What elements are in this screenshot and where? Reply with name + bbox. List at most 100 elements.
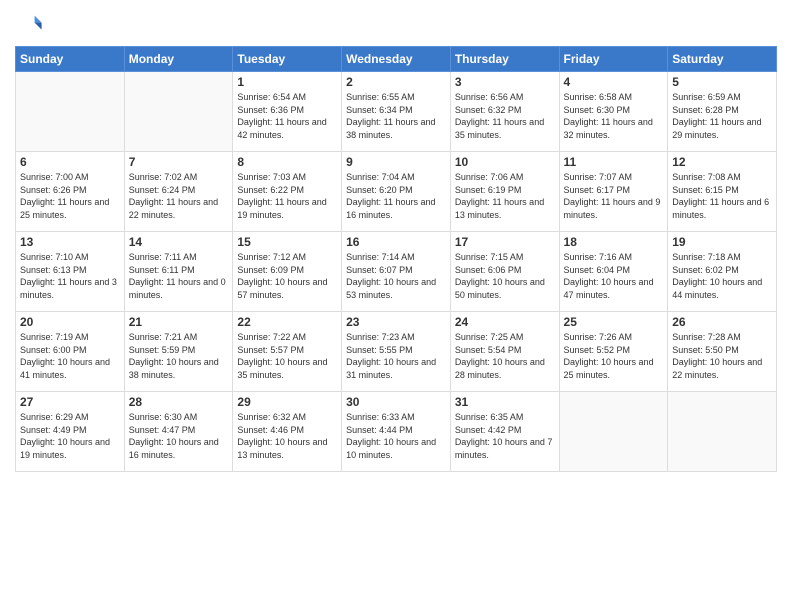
calendar-cell-22: 21 Sunrise: 7:21 AM Sunset: 5:59 PM Dayli… <box>124 312 233 392</box>
calendar-cell-9: 8Sunrise: 7:03 AM Sunset: 6:22 PM Daylig… <box>233 152 342 232</box>
day-number: 3 <box>455 75 555 89</box>
day-number: 24 <box>455 315 555 329</box>
calendar-cell-31: 30 Sunrise: 6:33 AM Sunset: 4:44 PM Dayli… <box>342 392 451 472</box>
calendar-cell-33 <box>559 392 668 472</box>
day-info: Sunrise: 7:14 AM Sunset: 6:07 PM Dayligh… <box>346 251 446 301</box>
day-info: Sunrise: 7:15 AM Sunset: 6:06 PM Dayligh… <box>455 251 555 301</box>
calendar-week-4: 20 Sunrise: 7:19 AM Sunset: 6:00 PM Dayli… <box>16 312 777 392</box>
day-info: Sunrise: 7:04 AM Sunset: 6:20 PM Dayligh… <box>346 171 446 221</box>
day-number: 14 <box>129 235 229 249</box>
day-info: Sunrise: 6:56 AM Sunset: 6:32 PM Dayligh… <box>455 91 555 141</box>
weekday-header-wednesday: Wednesday <box>342 47 451 72</box>
day-info: Sunrise: 7:02 AM Sunset: 6:24 PM Dayligh… <box>129 171 229 221</box>
day-number: 23 <box>346 315 446 329</box>
calendar-cell-10: 9Sunrise: 7:04 AM Sunset: 6:20 PM Daylig… <box>342 152 451 232</box>
day-number: 5 <box>672 75 772 89</box>
calendar-cell-4: 3 Sunrise: 6:56 AM Sunset: 6:32 PM Daylig… <box>450 72 559 152</box>
day-number: 19 <box>672 235 772 249</box>
day-info: Sunrise: 7:21 AM Sunset: 5:59 PM Dayligh… <box>129 331 229 381</box>
day-number: 17 <box>455 235 555 249</box>
day-number: 28 <box>129 395 229 409</box>
calendar-cell-29: 28 Sunrise: 6:30 AM Sunset: 4:47 PM Dayli… <box>124 392 233 472</box>
day-info: Sunrise: 7:28 AM Sunset: 5:50 PM Dayligh… <box>672 331 772 381</box>
day-info: Sunrise: 7:00 AM Sunset: 6:26 PM Dayligh… <box>20 171 120 221</box>
day-info: Sunrise: 6:30 AM Sunset: 4:47 PM Dayligh… <box>129 411 229 461</box>
calendar-cell-11: 10Sunrise: 7:06 AM Sunset: 6:19 PM Dayli… <box>450 152 559 232</box>
day-info: Sunrise: 6:54 AM Sunset: 6:36 PM Dayligh… <box>237 91 337 141</box>
weekday-header-saturday: Saturday <box>668 47 777 72</box>
day-info: Sunrise: 7:26 AM Sunset: 5:52 PM Dayligh… <box>564 331 664 381</box>
day-info: Sunrise: 6:35 AM Sunset: 4:42 PM Dayligh… <box>455 411 555 461</box>
logo-icon <box>15 10 43 38</box>
calendar-cell-13: 12Sunrise: 7:08 AM Sunset: 6:15 PM Dayli… <box>668 152 777 232</box>
weekday-header-monday: Monday <box>124 47 233 72</box>
day-info: Sunrise: 7:10 AM Sunset: 6:13 PM Dayligh… <box>20 251 120 301</box>
weekday-header-sunday: Sunday <box>16 47 125 72</box>
day-number: 21 <box>129 315 229 329</box>
calendar-cell-14: 13 Sunrise: 7:10 AM Sunset: 6:13 PM Dayli… <box>16 232 125 312</box>
header <box>15 10 777 38</box>
day-number: 8 <box>237 155 337 169</box>
logo <box>15 10 47 38</box>
calendar-cell-2: 1 Sunrise: 6:54 AM Sunset: 6:36 PM Daylig… <box>233 72 342 152</box>
day-info: Sunrise: 7:19 AM Sunset: 6:00 PM Dayligh… <box>20 331 120 381</box>
day-number: 7 <box>129 155 229 169</box>
day-number: 4 <box>564 75 664 89</box>
calendar-cell-32: 31 Sunrise: 6:35 AM Sunset: 4:42 PM Dayli… <box>450 392 559 472</box>
day-info: Sunrise: 6:33 AM Sunset: 4:44 PM Dayligh… <box>346 411 446 461</box>
calendar-cell-17: 16 Sunrise: 7:14 AM Sunset: 6:07 PM Dayli… <box>342 232 451 312</box>
calendar-cell-27: 26 Sunrise: 7:28 AM Sunset: 5:50 PM Dayli… <box>668 312 777 392</box>
calendar-cell-28: 27 Sunrise: 6:29 AM Sunset: 4:49 PM Dayli… <box>16 392 125 472</box>
calendar-cell-24: 23 Sunrise: 7:23 AM Sunset: 5:55 PM Dayli… <box>342 312 451 392</box>
calendar-week-2: 6 Sunrise: 7:00 AM Sunset: 6:26 PM Daylig… <box>16 152 777 232</box>
calendar-cell-23: 22Sunrise: 7:22 AM Sunset: 5:57 PM Dayli… <box>233 312 342 392</box>
calendar-cell-21: 20 Sunrise: 7:19 AM Sunset: 6:00 PM Dayli… <box>16 312 125 392</box>
calendar-cell-18: 17 Sunrise: 7:15 AM Sunset: 6:06 PM Dayli… <box>450 232 559 312</box>
calendar-cell-1 <box>124 72 233 152</box>
day-info: Sunrise: 7:08 AM Sunset: 6:15 PM Dayligh… <box>672 171 772 221</box>
calendar-week-5: 27 Sunrise: 6:29 AM Sunset: 4:49 PM Dayli… <box>16 392 777 472</box>
calendar-cell-26: 25 Sunrise: 7:26 AM Sunset: 5:52 PM Dayli… <box>559 312 668 392</box>
day-number: 2 <box>346 75 446 89</box>
calendar-cell-16: 15Sunrise: 7:12 AM Sunset: 6:09 PM Dayli… <box>233 232 342 312</box>
calendar-cell-8: 7 Sunrise: 7:02 AM Sunset: 6:24 PM Daylig… <box>124 152 233 232</box>
weekday-header-thursday: Thursday <box>450 47 559 72</box>
calendar-cell-30: 29 Sunrise: 6:32 AM Sunset: 4:46 PM Dayli… <box>233 392 342 472</box>
day-number: 13 <box>20 235 120 249</box>
calendar-cell-19: 18 Sunrise: 7:16 AM Sunset: 6:04 PM Dayli… <box>559 232 668 312</box>
day-number: 22 <box>237 315 337 329</box>
day-info: Sunrise: 7:23 AM Sunset: 5:55 PM Dayligh… <box>346 331 446 381</box>
day-number: 15 <box>237 235 337 249</box>
day-number: 16 <box>346 235 446 249</box>
calendar-cell-34 <box>668 392 777 472</box>
calendar-cell-7: 6 Sunrise: 7:00 AM Sunset: 6:26 PM Daylig… <box>16 152 125 232</box>
calendar-cell-12: 11Sunrise: 7:07 AM Sunset: 6:17 PM Dayli… <box>559 152 668 232</box>
day-number: 25 <box>564 315 664 329</box>
calendar-cell-6: 5 Sunrise: 6:59 AM Sunset: 6:28 PM Daylig… <box>668 72 777 152</box>
calendar-table: SundayMondayTuesdayWednesdayThursdayFrid… <box>15 46 777 472</box>
calendar-cell-3: 2Sunrise: 6:55 AM Sunset: 6:34 PM Daylig… <box>342 72 451 152</box>
day-info: Sunrise: 7:11 AM Sunset: 6:11 PM Dayligh… <box>129 251 229 301</box>
day-number: 10 <box>455 155 555 169</box>
day-number: 18 <box>564 235 664 249</box>
day-info: Sunrise: 6:32 AM Sunset: 4:46 PM Dayligh… <box>237 411 337 461</box>
day-number: 29 <box>237 395 337 409</box>
day-number: 6 <box>20 155 120 169</box>
day-info: Sunrise: 7:16 AM Sunset: 6:04 PM Dayligh… <box>564 251 664 301</box>
day-number: 30 <box>346 395 446 409</box>
day-number: 26 <box>672 315 772 329</box>
day-info: Sunrise: 6:29 AM Sunset: 4:49 PM Dayligh… <box>20 411 120 461</box>
day-info: Sunrise: 6:59 AM Sunset: 6:28 PM Dayligh… <box>672 91 772 141</box>
day-info: Sunrise: 7:18 AM Sunset: 6:02 PM Dayligh… <box>672 251 772 301</box>
calendar-cell-0 <box>16 72 125 152</box>
day-number: 1 <box>237 75 337 89</box>
calendar-cell-5: 4 Sunrise: 6:58 AM Sunset: 6:30 PM Daylig… <box>559 72 668 152</box>
day-number: 20 <box>20 315 120 329</box>
day-number: 27 <box>20 395 120 409</box>
day-number: 31 <box>455 395 555 409</box>
page: SundayMondayTuesdayWednesdayThursdayFrid… <box>0 0 792 612</box>
calendar-cell-25: 24Sunrise: 7:25 AM Sunset: 5:54 PM Dayli… <box>450 312 559 392</box>
calendar-week-3: 13 Sunrise: 7:10 AM Sunset: 6:13 PM Dayli… <box>16 232 777 312</box>
day-number: 11 <box>564 155 664 169</box>
day-info: Sunrise: 6:58 AM Sunset: 6:30 PM Dayligh… <box>564 91 664 141</box>
